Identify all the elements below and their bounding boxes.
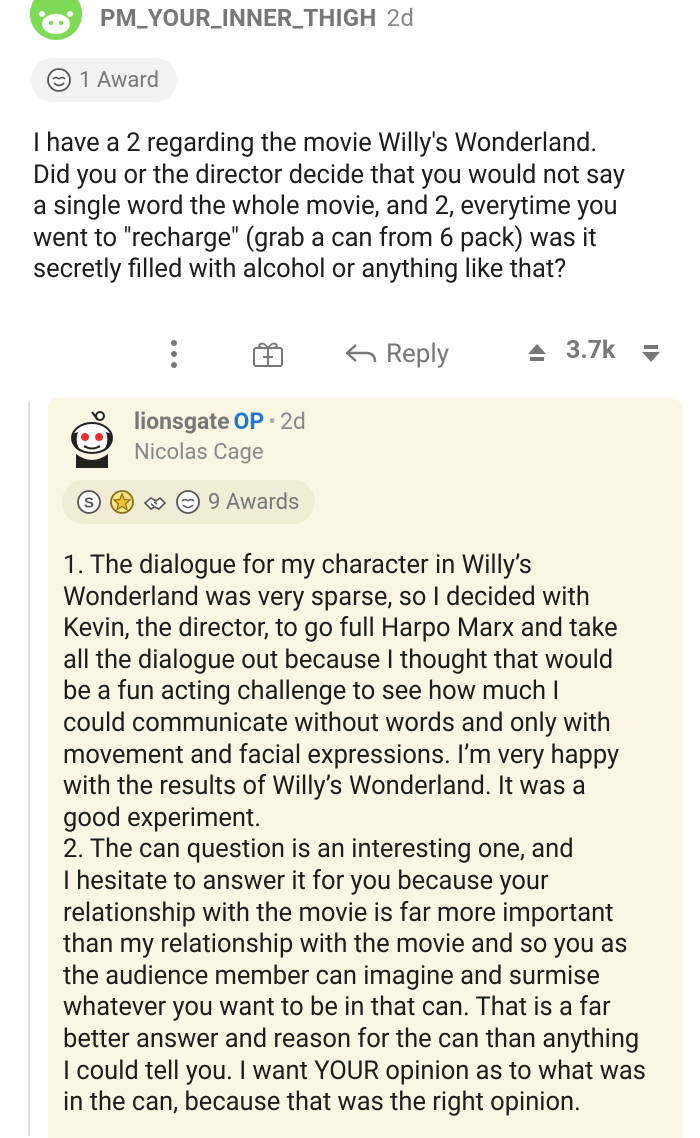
separator-dot: •	[268, 408, 276, 435]
svg-text:S: S	[84, 495, 94, 512]
comment-line: with the results of Willy’s Wonderland. …	[63, 771, 586, 802]
awards-badge[interactable]: 1 Award	[31, 58, 177, 102]
reply-arrow-icon	[345, 344, 377, 363]
comment-line: good experiment.	[63, 802, 261, 833]
comment-line: than my relationship with the movie and …	[63, 929, 628, 960]
reply-button[interactable]: Reply	[344, 336, 449, 372]
awards-count-label: 9 Awards	[208, 489, 300, 515]
more-options-button[interactable]	[162, 338, 186, 370]
user-flair: Nicolas Cage	[134, 440, 264, 465]
awards-count-label: 1 Award	[79, 67, 159, 93]
comment-line: relationship with the movie is far more …	[63, 897, 614, 928]
comment-line: I could tell you. I want YOUR opinion as…	[63, 1055, 646, 1086]
wholesome-award-icon	[47, 68, 71, 92]
comment-author[interactable]: PM_YOUR_INNER_THIGH 2d	[100, 4, 414, 32]
downvote-arrow-icon	[642, 345, 660, 362]
user-avatar[interactable]	[68, 410, 116, 468]
comment-action-bar: Reply 3.7k	[0, 326, 700, 382]
reply-label: Reply	[386, 339, 450, 369]
comment-line: a single word the whole movie, and 2, ev…	[33, 191, 618, 221]
vertical-ellipsis-icon	[171, 340, 177, 368]
downvote-button[interactable]	[640, 342, 662, 364]
comment-line: better answer and reason for the can tha…	[63, 1023, 640, 1054]
comment-line: went to "recharge" (grab a can from 6 pa…	[33, 222, 597, 253]
silver-award-icon: S	[77, 490, 101, 514]
comment-time: 2d	[386, 4, 415, 32]
wholesome-award-icon	[176, 490, 200, 514]
snoo-avatar-icon	[39, 11, 73, 34]
comment-body: I have a 2 regarding the movie Willy's W…	[33, 128, 673, 286]
comment-line: could communicate without words and only…	[63, 707, 611, 738]
comment-line: movement and facial expressions. I’m ver…	[63, 739, 620, 770]
snoo-avatar-icon	[71, 411, 113, 468]
op-badge: OP	[233, 408, 265, 435]
comment-line: I have a 2 regarding the movie Willy's W…	[33, 128, 598, 158]
thread-line[interactable]	[28, 402, 30, 1136]
upvote-button[interactable]	[526, 342, 548, 364]
vote-score: 3.7k	[566, 336, 616, 365]
gift-icon	[253, 342, 283, 367]
username[interactable]: PM_YOUR_INNER_THIGH	[100, 4, 376, 32]
give-award-button[interactable]	[252, 340, 284, 368]
comment-line: 2. The can question is an interesting on…	[63, 834, 574, 865]
comment-time: 2d	[279, 408, 306, 435]
user-avatar[interactable]	[30, 0, 82, 40]
comment-line: Wonderland was very sparse, so I decided…	[63, 581, 590, 612]
comment-line: the audience member can imagine and surm…	[63, 960, 600, 991]
handshake-award-icon	[143, 496, 167, 510]
comment-author[interactable]: lionsgate OP • 2d	[134, 408, 306, 435]
comment-line: Kevin, the director, to go full Harpo Ma…	[63, 613, 618, 644]
comment-line: I hesitate to answer it for you because …	[63, 865, 549, 896]
comment-body: 1. The dialogue for my character in Will…	[63, 550, 683, 1119]
comment-line: in the can, because that was the right o…	[63, 1087, 581, 1118]
comment-line: whatever you want to be in that can. Tha…	[63, 992, 611, 1023]
comment-line: all the dialogue out because I thought t…	[63, 644, 614, 675]
upvote-arrow-icon	[528, 344, 546, 361]
comment-line: secretly filled with alcohol or anything…	[33, 254, 567, 284]
gold-award-icon	[110, 490, 134, 514]
comment-line: 1. The dialogue for my character in Will…	[63, 550, 532, 580]
comment-line: be a fun acting challenge to see how muc…	[63, 676, 560, 707]
comment-line: Did you or the director decide that you …	[33, 159, 625, 190]
awards-badge[interactable]: S 9 Awards	[62, 480, 316, 524]
username[interactable]: lionsgate	[134, 408, 230, 435]
